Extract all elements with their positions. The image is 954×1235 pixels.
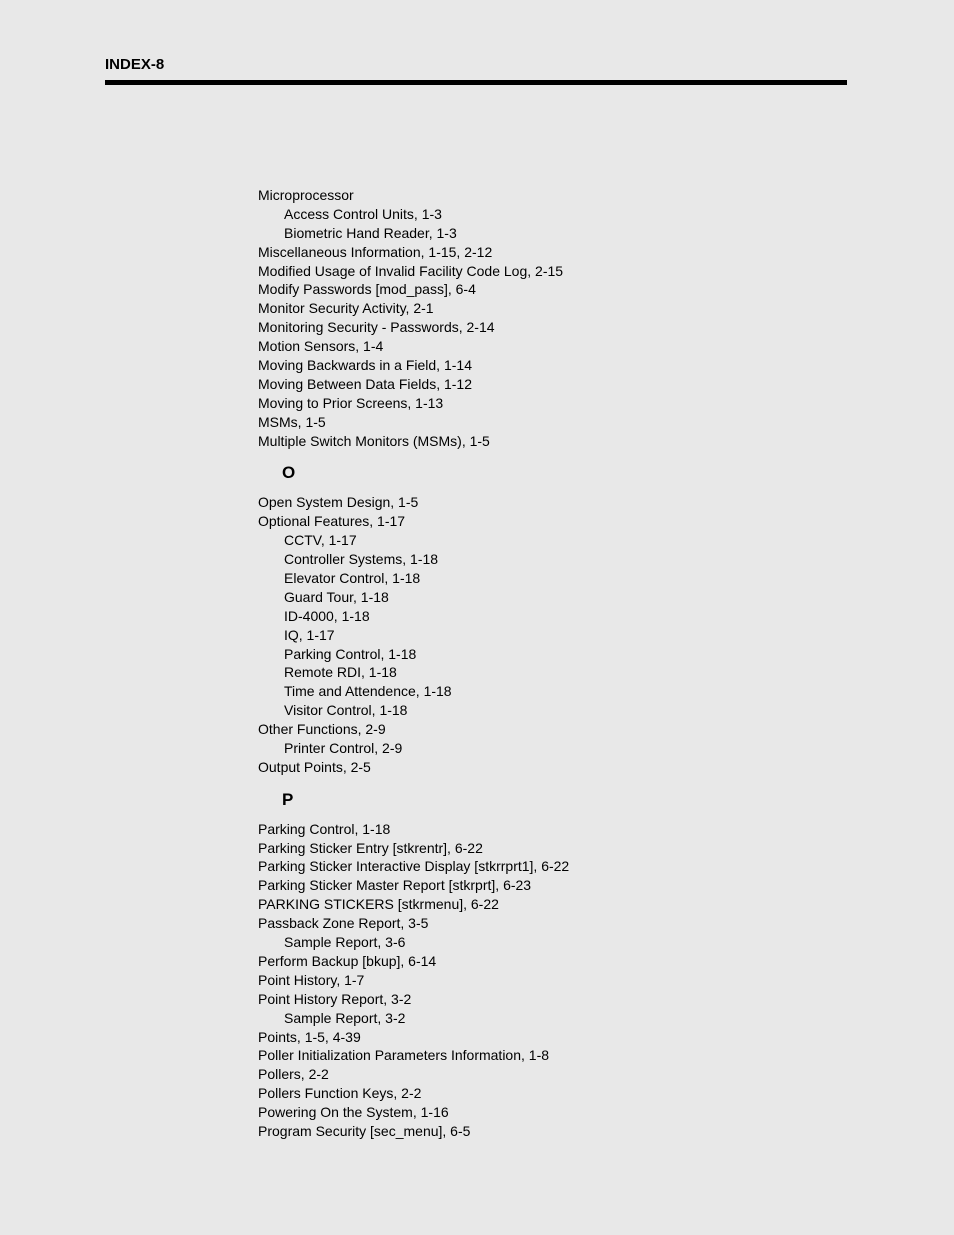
index-entry: Parking Sticker Interactive Display [stk… <box>258 857 847 876</box>
index-entry: Output Points, 2-5 <box>258 758 847 777</box>
index-entry: Visitor Control, 1-18 <box>258 701 847 720</box>
index-entry: Open System Design, 1-5 <box>258 493 847 512</box>
page-header: INDEX-8 <box>105 56 164 73</box>
index-entry: Printer Control, 2-9 <box>258 739 847 758</box>
index-entry: Guard Tour, 1-18 <box>258 588 847 607</box>
index-entry: Modified Usage of Invalid Facility Code … <box>258 262 847 281</box>
index-entry: Point History, 1-7 <box>258 971 847 990</box>
index-entry: Modify Passwords [mod_pass], 6-4 <box>258 280 847 299</box>
index-entry: Perform Backup [bkup], 6-14 <box>258 952 847 971</box>
index-entry: Passback Zone Report, 3-5 <box>258 914 847 933</box>
index-entry: MSMs, 1-5 <box>258 413 847 432</box>
index-entry: Motion Sensors, 1-4 <box>258 337 847 356</box>
index-entry: Elevator Control, 1-18 <box>258 569 847 588</box>
index-content: MicroprocessorAccess Control Units, 1-3B… <box>258 186 847 1141</box>
index-entry: Monitor Security Activity, 2-1 <box>258 299 847 318</box>
index-entry: PARKING STICKERS [stkrmenu], 6-22 <box>258 895 847 914</box>
index-entry: Moving to Prior Screens, 1-13 <box>258 394 847 413</box>
section-heading: P <box>258 789 847 812</box>
index-entry: Access Control Units, 1-3 <box>258 205 847 224</box>
index-entry: Time and Attendence, 1-18 <box>258 682 847 701</box>
header-rule <box>105 80 847 85</box>
index-entry: Remote RDI, 1-18 <box>258 663 847 682</box>
index-entry: Pollers Function Keys, 2-2 <box>258 1084 847 1103</box>
index-entry: Poller Initialization Parameters Informa… <box>258 1046 847 1065</box>
index-entry: Monitoring Security - Passwords, 2-14 <box>258 318 847 337</box>
index-entry: Point History Report, 3-2 <box>258 990 847 1009</box>
index-entry: Sample Report, 3-6 <box>258 933 847 952</box>
index-entry: Miscellaneous Information, 1-15, 2-12 <box>258 243 847 262</box>
index-entry: Moving Backwards in a Field, 1-14 <box>258 356 847 375</box>
section-heading: O <box>258 462 847 485</box>
index-entry: Parking Control, 1-18 <box>258 820 847 839</box>
index-entry: Microprocessor <box>258 186 847 205</box>
index-entry: IQ, 1-17 <box>258 626 847 645</box>
index-entry: Biometric Hand Reader, 1-3 <box>258 224 847 243</box>
index-entry: Moving Between Data Fields, 1-12 <box>258 375 847 394</box>
index-entry: Parking Sticker Master Report [stkrprt],… <box>258 876 847 895</box>
index-entry: Controller Systems, 1-18 <box>258 550 847 569</box>
index-entry: ID-4000, 1-18 <box>258 607 847 626</box>
index-entry: Other Functions, 2-9 <box>258 720 847 739</box>
index-entry: Points, 1-5, 4-39 <box>258 1028 847 1047</box>
index-entry: Pollers, 2-2 <box>258 1065 847 1084</box>
index-entry: Program Security [sec_menu], 6-5 <box>258 1122 847 1141</box>
index-entry: Parking Sticker Entry [stkrentr], 6-22 <box>258 839 847 858</box>
index-entry: Multiple Switch Monitors (MSMs), 1-5 <box>258 432 847 451</box>
index-entry: Sample Report, 3-2 <box>258 1009 847 1028</box>
index-entry: Powering On the System, 1-16 <box>258 1103 847 1122</box>
index-entry: Parking Control, 1-18 <box>258 645 847 664</box>
index-entry: CCTV, 1-17 <box>258 531 847 550</box>
index-entry: Optional Features, 1-17 <box>258 512 847 531</box>
